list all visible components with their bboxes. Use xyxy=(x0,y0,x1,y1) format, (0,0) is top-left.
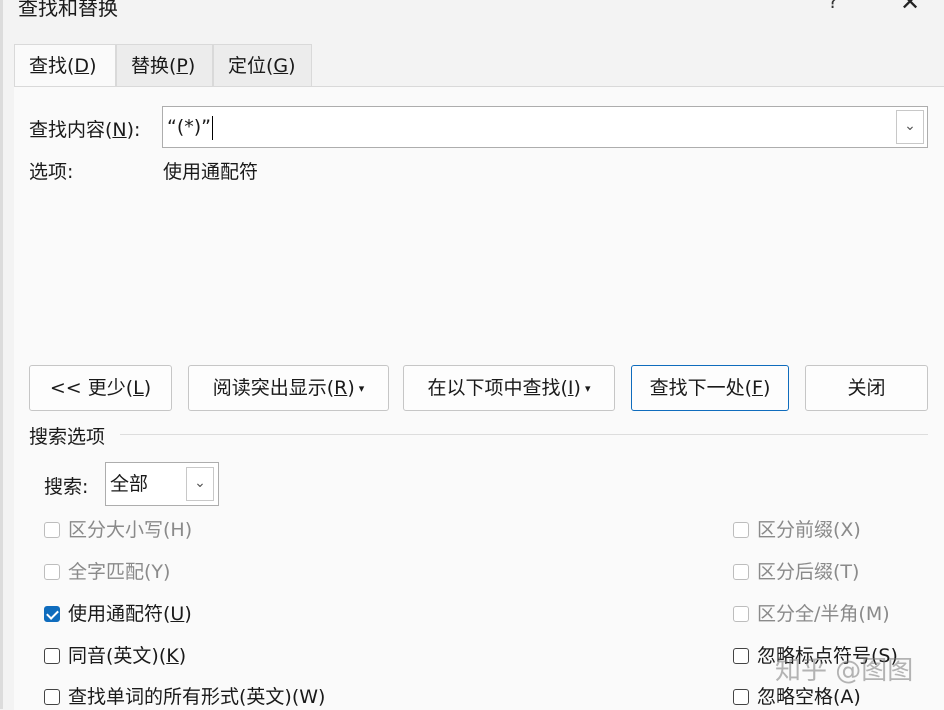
reading-highlight-button[interactable]: 阅读突出显示(R) ▾ xyxy=(188,365,389,411)
match-prefix-checkbox[interactable]: 区分前缀(X) xyxy=(733,517,861,543)
use-wildcards-checkbox[interactable]: 使用通配符(U) xyxy=(44,601,192,627)
find-what-value: “(*)” xyxy=(167,116,212,138)
ignore-whitespace-checkbox[interactable]: 忽略空格(A) xyxy=(733,684,861,710)
search-direction-value: 全部 xyxy=(110,473,149,495)
help-button[interactable]: ? xyxy=(828,0,838,13)
find-in-button[interactable]: 在以下项中查找(I) ▾ xyxy=(403,365,615,411)
checkbox-box xyxy=(44,522,60,538)
match-suffix-checkbox[interactable]: 区分后缀(T) xyxy=(733,559,859,585)
tab-replace[interactable]: 替换(P) xyxy=(116,44,213,86)
text-caret xyxy=(212,115,214,140)
options-label: 选项: xyxy=(29,161,74,183)
window-title: 查找和替换 xyxy=(18,0,118,20)
dropdown-arrow-icon: ▾ xyxy=(584,381,591,395)
checkbox-box xyxy=(733,606,749,622)
chevron-down-icon[interactable]: ⌄ xyxy=(186,467,214,501)
checkbox-box xyxy=(44,564,60,580)
checkbox-box xyxy=(733,689,749,705)
checkbox-box xyxy=(44,689,60,705)
search-direction-label: 搜索: xyxy=(44,476,89,498)
tab-find[interactable]: 查找(D) xyxy=(14,44,116,86)
chevron-down-icon[interactable]: ⌄ xyxy=(896,110,924,144)
check-icon xyxy=(44,606,60,622)
title-bar: 查找和替换 ? ✕ xyxy=(0,0,944,24)
tab-goto[interactable]: 定位(G) xyxy=(213,44,312,86)
close-icon[interactable]: ✕ xyxy=(900,0,920,16)
match-width-checkbox[interactable]: 区分全/半角(M) xyxy=(733,601,890,627)
dropdown-arrow-icon: ▾ xyxy=(358,381,365,395)
search-direction-select[interactable]: 全部 ⌄ xyxy=(105,462,219,506)
window-edge xyxy=(0,0,3,709)
search-options-title: 搜索选项 xyxy=(29,426,106,448)
checkbox-box xyxy=(733,648,749,664)
checkbox-box xyxy=(733,522,749,538)
find-next-button[interactable]: 查找下一处(F) xyxy=(631,365,789,411)
match-case-checkbox[interactable]: 区分大小写(H) xyxy=(44,517,192,543)
watermark: 知乎 @图图 xyxy=(775,656,914,686)
whole-word-checkbox[interactable]: 全字匹配(Y) xyxy=(44,559,170,585)
find-what-label: 查找内容(N): xyxy=(29,119,141,141)
options-value: 使用通配符 xyxy=(163,161,259,183)
close-button[interactable]: 关闭 xyxy=(805,365,928,411)
checkbox-box xyxy=(44,648,60,664)
all-word-forms-checkbox[interactable]: 查找单词的所有形式(英文)(W) xyxy=(44,684,325,710)
section-divider xyxy=(120,434,928,435)
checkbox-box xyxy=(733,564,749,580)
less-button[interactable]: << 更少(L) xyxy=(29,365,172,411)
sounds-like-checkbox[interactable]: 同音(英文)(K) xyxy=(44,643,186,669)
find-what-input[interactable]: “(*)” ⌄ xyxy=(162,106,928,148)
